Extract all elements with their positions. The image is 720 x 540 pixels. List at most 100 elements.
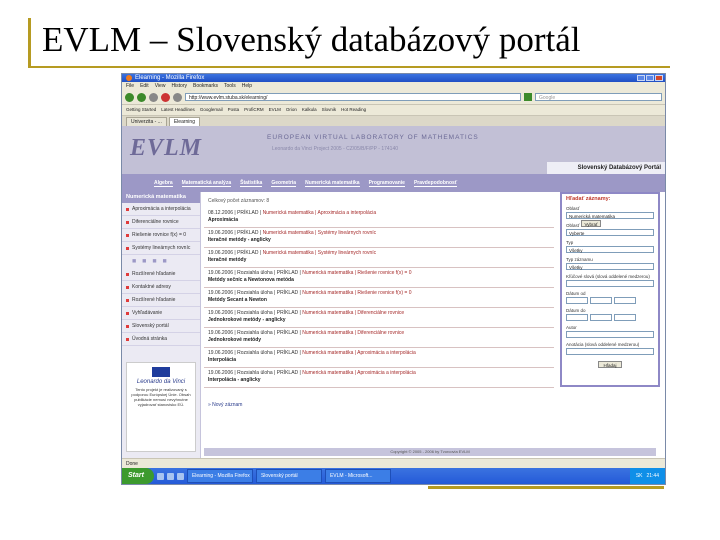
entry-source[interactable]: Numerická matematika | Diferenciálne rov… xyxy=(302,330,404,336)
browser-tab-active[interactable]: Elearning xyxy=(168,117,200,126)
entry-source[interactable]: Numerická matematika | Riešenie rovnice … xyxy=(302,270,411,276)
sidebar-item[interactable]: Aproximácia a interpolácia xyxy=(122,203,200,216)
sidebar-item[interactable]: Slovenský portál xyxy=(122,320,200,333)
search-input[interactable]: Google xyxy=(535,93,662,101)
entry-title[interactable]: Iteračné metódy xyxy=(208,257,551,264)
date-to-year-select[interactable] xyxy=(614,314,636,321)
sidebar-item[interactable]: Riešenie rovnice f(x) = 0 xyxy=(122,229,200,242)
oblast2-select[interactable]: Vyberte xyxy=(566,229,654,236)
search-button[interactable]: Hľadaj xyxy=(598,361,622,368)
taskbar-task[interactable]: EVLM - Microsoft... xyxy=(324,469,391,483)
taskbar-task[interactable]: Slovenský portál xyxy=(255,469,322,483)
language-indicator[interactable]: SK xyxy=(636,468,643,484)
date-to-month-select[interactable] xyxy=(590,314,612,321)
category-link[interactable]: Pravdepodobnosť xyxy=(413,180,458,187)
minimize-icon[interactable] xyxy=(637,75,645,81)
menu-item-edit[interactable]: Edit xyxy=(140,82,149,90)
result-entry[interactable]: 08.12.2006 | PRÍKLAD | Numerická matemat… xyxy=(204,208,554,228)
category-link[interactable]: Geometria xyxy=(271,180,297,187)
entry-source[interactable]: Numerická matematika | Aproximácia a int… xyxy=(263,210,377,216)
entry-title[interactable]: Jednokrokové metódy xyxy=(208,337,551,344)
menu-item-help[interactable]: Help xyxy=(242,82,252,90)
forward-icon[interactable] xyxy=(137,92,146,102)
result-entry[interactable]: 19.06.2006 | Rozsiahla úloha | PRÍKLAD |… xyxy=(204,348,554,368)
evlm-logo[interactable]: EVLM xyxy=(130,135,202,162)
result-entry[interactable]: 19.06.2006 | PRÍKLAD | Numerická matemat… xyxy=(204,228,554,248)
typ-zaznamu-select[interactable]: Všetky xyxy=(566,263,654,270)
typ-select[interactable]: Všetky xyxy=(566,246,654,253)
result-entry[interactable]: 19.06.2006 | PRÍKLAD | Numerická matemat… xyxy=(204,248,554,268)
bookmark-item[interactable]: Googlemail xyxy=(200,105,223,115)
entry-title[interactable]: Jednokrokové metódy - anglicky xyxy=(208,317,551,324)
result-entry[interactable]: 19.06.2006 | Rozsiahla úloha | PRÍKLAD |… xyxy=(204,368,554,388)
go-icon[interactable] xyxy=(524,93,532,101)
keywords-input[interactable] xyxy=(566,280,654,287)
entry-source[interactable]: Numerická matematika | Diferenciálne rov… xyxy=(302,310,404,316)
menu-item-bookmarks[interactable]: Bookmarks xyxy=(193,82,218,90)
entry-source[interactable]: Numerická matematika | Aproximácia a int… xyxy=(302,350,416,356)
address-bar[interactable]: http://www.evlm.stuba.sk/elearning/ xyxy=(185,93,521,101)
category-link[interactable]: Programovanie xyxy=(368,180,405,187)
date-from-day-select[interactable] xyxy=(566,297,588,304)
category-link[interactable]: Numerická matematika xyxy=(305,180,360,187)
result-entry[interactable]: 19.06.2006 | Rozsiahla úloha | PRÍKLAD |… xyxy=(204,268,554,288)
bookmark-item[interactable]: Kalkula xyxy=(302,105,317,115)
oblast-select[interactable]: Numerická matematika xyxy=(566,212,654,219)
browser-tab[interactable]: Univerzita - ... xyxy=(126,117,167,126)
maximize-icon[interactable] xyxy=(646,75,654,81)
entry-title[interactable]: Interpolácia xyxy=(208,357,551,364)
menu-item-history[interactable]: History xyxy=(171,82,187,90)
sidebar-item[interactable]: Diferenciálne rovnice xyxy=(122,216,200,229)
entry-title[interactable]: Metódy sečníc a Newtonova metóda xyxy=(208,277,551,284)
close-icon[interactable] xyxy=(655,75,663,81)
new-record-link[interactable]: » Nový záznam xyxy=(208,402,554,408)
sidebar-item[interactable]: Vyhľadávanie xyxy=(122,307,200,320)
sidebar-item[interactable]: Úvodná stránka xyxy=(122,333,200,346)
bookmark-item[interactable]: EVLM xyxy=(269,105,281,115)
result-entry[interactable]: 19.06.2006 | Rozsiahla úloha | PRÍKLAD |… xyxy=(204,308,554,328)
annotation-input[interactable] xyxy=(566,348,654,355)
entry-source[interactable]: Numerická matematika | Systémy lineárnyc… xyxy=(263,230,377,236)
entry-source[interactable]: Numerická matematika | Systémy lineárnyc… xyxy=(263,250,377,256)
category-link[interactable]: Algebra xyxy=(154,180,173,187)
result-entry[interactable]: 19.06.2006 | Rozsiahla úloha | PRÍKLAD |… xyxy=(204,288,554,308)
quicklaunch-mail-icon[interactable] xyxy=(176,472,184,480)
category-link[interactable]: Matematická analýza xyxy=(181,180,232,187)
menu-item-view[interactable]: View xyxy=(155,82,166,90)
entry-title[interactable]: Interpolácia - anglicky xyxy=(208,377,551,384)
entry-title[interactable]: Metódy Secant a Newton xyxy=(208,297,551,304)
date-to-day-select[interactable] xyxy=(566,314,588,321)
stop-icon[interactable] xyxy=(161,92,170,102)
bookmark-item[interactable]: Latest Headlines xyxy=(161,105,195,115)
bookmark-item[interactable]: Getting Started xyxy=(126,105,156,115)
entry-source[interactable]: Numerická matematika | Aproximácia a int… xyxy=(302,370,416,376)
sidebar-item[interactable]: Systémy lineárnych rovníc xyxy=(122,242,200,255)
menu-item-tools[interactable]: Tools xyxy=(224,82,236,90)
quicklaunch-desktop-icon[interactable] xyxy=(166,472,174,480)
bookmark-item[interactable]: Orion xyxy=(286,105,297,115)
start-button[interactable]: Start xyxy=(122,468,154,484)
date-from-year-select[interactable] xyxy=(614,297,636,304)
date-from-month-select[interactable] xyxy=(590,297,612,304)
reload-icon[interactable] xyxy=(149,92,158,102)
entry-title[interactable]: Iteračné metódy - anglicky xyxy=(208,237,551,244)
category-link[interactable]: Štatistika xyxy=(240,180,263,187)
taskbar-task[interactable]: Elearning - Mozilla Firefox xyxy=(186,469,253,483)
sidebar-item[interactable]: Kontaktné adresy xyxy=(122,281,200,294)
entry-source[interactable]: Numerická matematika | Riešenie rovnice … xyxy=(302,290,411,296)
author-input[interactable] xyxy=(566,331,654,338)
sidebar-item[interactable]: Rozšírené hľadanie xyxy=(122,268,200,281)
bookmark-item[interactable]: Hot Reading xyxy=(341,105,366,115)
eu-flag-icon xyxy=(152,367,170,377)
menu-item-file[interactable]: File xyxy=(126,82,134,90)
bookmark-item[interactable]: ProfiCRM xyxy=(244,105,264,115)
bookmark-item[interactable]: Posta xyxy=(228,105,240,115)
back-icon[interactable] xyxy=(125,92,134,102)
result-entry[interactable]: 19.06.2006 | Rozsiahla úloha | PRÍKLAD |… xyxy=(204,328,554,348)
sidebar-item[interactable]: Rozšírené hľadanie xyxy=(122,294,200,307)
quicklaunch-browser-icon[interactable] xyxy=(156,472,164,480)
home-icon[interactable] xyxy=(173,92,182,102)
select-button[interactable]: Vybrať xyxy=(581,220,601,227)
entry-title[interactable]: Aproximácia xyxy=(208,217,551,224)
bookmark-item[interactable]: Slovnik xyxy=(322,105,337,115)
